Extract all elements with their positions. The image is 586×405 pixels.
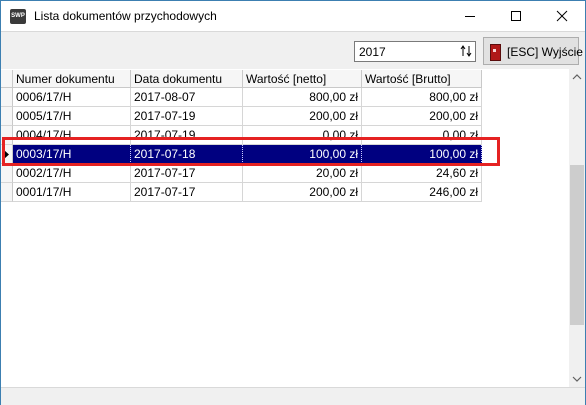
table-row[interactable]: 0006/17/H 2017-08-07 800,00 zł 800,00 zł: [1, 88, 482, 107]
row-indicator: [1, 164, 13, 183]
row-indicator: [1, 183, 13, 202]
column-header-date[interactable]: Data dokumentu: [131, 70, 243, 88]
scroll-down-icon[interactable]: [569, 371, 585, 387]
table-row[interactable]: 0001/17/H 2017-07-17 200,00 zł 246,00 zł: [1, 183, 482, 202]
close-button[interactable]: [539, 1, 585, 31]
exit-button[interactable]: [ESC] Wyjście: [483, 37, 583, 65]
cell-date: 2017-07-17: [131, 164, 243, 183]
minimize-button[interactable]: [447, 1, 493, 31]
year-value: 2017: [359, 45, 386, 59]
cell-gross: 24,60 zł: [362, 164, 482, 183]
cell-date: 2017-07-19: [131, 107, 243, 126]
sort-spin-icon[interactable]: [459, 44, 473, 58]
toolbar: 2017 [ESC] Wyjście: [1, 31, 585, 71]
cell-number: 0006/17/H: [13, 88, 131, 107]
vertical-scrollbar[interactable]: [569, 69, 585, 387]
cell-net: 20,00 zł: [243, 164, 362, 183]
cell-gross: 800,00 zł: [362, 88, 482, 107]
row-indicator: [1, 107, 13, 126]
year-field[interactable]: 2017: [354, 41, 476, 62]
maximize-button[interactable]: [493, 1, 539, 31]
cell-number: 0001/17/H: [13, 183, 131, 202]
cell-net: 200,00 zł: [243, 107, 362, 126]
window-title: Lista dokumentów przychodowych: [34, 9, 217, 23]
scroll-up-icon[interactable]: [569, 69, 585, 85]
scrollbar-thumb[interactable]: [570, 165, 584, 325]
main-window: SWP Lista dokumentów przychodowych 2017 …: [0, 0, 586, 405]
cell-date: 2017-07-17: [131, 183, 243, 202]
column-header-net[interactable]: Wartość [netto]: [243, 70, 362, 88]
table-row[interactable]: 0002/17/H 2017-07-17 20,00 zł 24,60 zł: [1, 164, 482, 183]
cell-net: 200,00 zł: [243, 183, 362, 202]
minimize-icon: [465, 16, 475, 17]
cell-date: 2017-08-07: [131, 88, 243, 107]
cell-number: 0002/17/H: [13, 164, 131, 183]
status-bar: [1, 387, 585, 405]
row-indicator: [1, 88, 13, 107]
cell-gross: 246,00 zł: [362, 183, 482, 202]
column-header-number[interactable]: Numer dokumentu: [13, 70, 131, 88]
exit-door-icon: [490, 44, 501, 61]
exit-button-label: [ESC] Wyjście: [507, 45, 583, 59]
cell-net: 800,00 zł: [243, 88, 362, 107]
app-icon: SWP: [10, 9, 26, 24]
title-bar[interactable]: SWP Lista dokumentów przychodowych: [1, 1, 585, 31]
maximize-icon: [511, 11, 521, 21]
row-indicator-header: [1, 70, 13, 88]
column-header-gross[interactable]: Wartość [Brutto]: [362, 70, 482, 88]
cell-number: 0005/17/H: [13, 107, 131, 126]
close-icon: [556, 10, 568, 22]
cell-gross: 200,00 zł: [362, 107, 482, 126]
table-row[interactable]: 0005/17/H 2017-07-19 200,00 zł 200,00 zł: [1, 107, 482, 126]
documents-grid[interactable]: Numer dokumentu Data dokumentu Wartość […: [1, 69, 569, 387]
annotation-highlight-box: [2, 137, 500, 166]
